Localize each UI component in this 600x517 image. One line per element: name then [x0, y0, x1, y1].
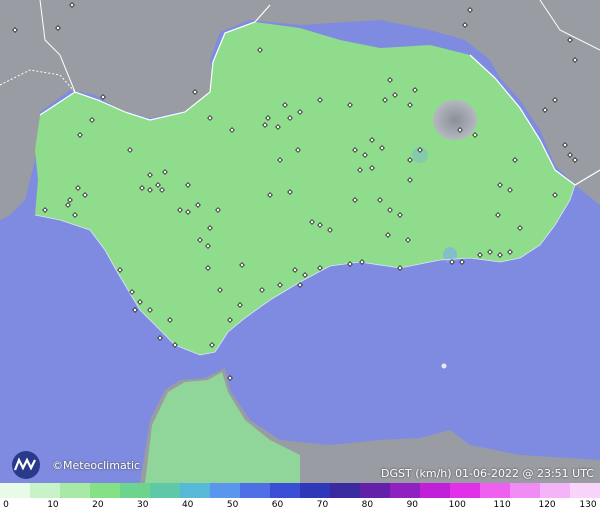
color-scale-cell — [240, 483, 270, 498]
color-scale-label: 70 — [316, 500, 329, 510]
color-scale-labels: 0 10 20 30 40 50 60 70 80 90 100 110 120 130 — [0, 498, 600, 517]
map-canvas[interactable] — [0, 0, 600, 483]
color-scale-cell — [540, 483, 570, 498]
color-scale-cell — [390, 483, 420, 498]
color-scale-label: 20 — [92, 500, 104, 510]
color-scale-cell — [120, 483, 150, 498]
color-scale-label: 90 — [406, 500, 419, 510]
color-scale-label: 110 — [493, 500, 511, 510]
color-scale-cell — [450, 483, 480, 498]
island — [441, 363, 447, 369]
color-scale-cell — [270, 483, 300, 498]
color-scale-label: 40 — [181, 500, 194, 510]
color-scale-cell — [480, 483, 510, 498]
color-scale-cell — [420, 483, 450, 498]
color-scale-cell — [0, 483, 30, 498]
color-scale-cell — [510, 483, 540, 498]
color-scale-cell — [360, 483, 390, 498]
color-scale-cell — [180, 483, 210, 498]
brand: ©Meteoclimatic — [6, 450, 140, 480]
color-scale-cell — [300, 483, 330, 498]
meteoclimatic-logo-icon — [12, 451, 40, 479]
color-scale-cell — [210, 483, 240, 498]
color-scale-cell — [330, 483, 360, 498]
warm-patch — [433, 100, 477, 140]
color-scale-label: 10 — [47, 500, 59, 510]
color-scale-label: 80 — [361, 500, 374, 510]
color-scale-label: 130 — [579, 500, 597, 510]
color-scale-label: 120 — [538, 500, 556, 510]
color-scale-label: 60 — [271, 500, 284, 510]
color-scale-label: 100 — [448, 500, 466, 510]
status-text: DGST (km/h) 01-06-2022 @ 23:51 UTC — [381, 467, 594, 480]
datetime-label: 01-06-2022 @ 23:51 UTC — [455, 467, 594, 480]
map-view[interactable]: ©Meteoclimatic DGST (km/h) 01-06-2022 @ … — [0, 0, 600, 517]
brand-name: ©Meteoclimatic — [52, 458, 141, 472]
color-scale-cell — [90, 483, 120, 498]
color-scale-label: 0 — [3, 500, 9, 510]
color-scale-cell — [60, 483, 90, 498]
color-scale-label: 50 — [226, 500, 239, 510]
variable-label: DGST (km/h) — [381, 467, 452, 480]
color-scale-cell — [30, 483, 60, 498]
cool-patch-2 — [443, 247, 457, 263]
color-scale-legend: 0 10 20 30 40 50 60 70 80 90 100 110 120 130 — [0, 483, 600, 517]
color-scale-cell — [570, 483, 600, 498]
color-scale-strip — [0, 483, 600, 498]
color-scale-label: 30 — [137, 500, 149, 510]
color-scale-cell — [150, 483, 180, 498]
